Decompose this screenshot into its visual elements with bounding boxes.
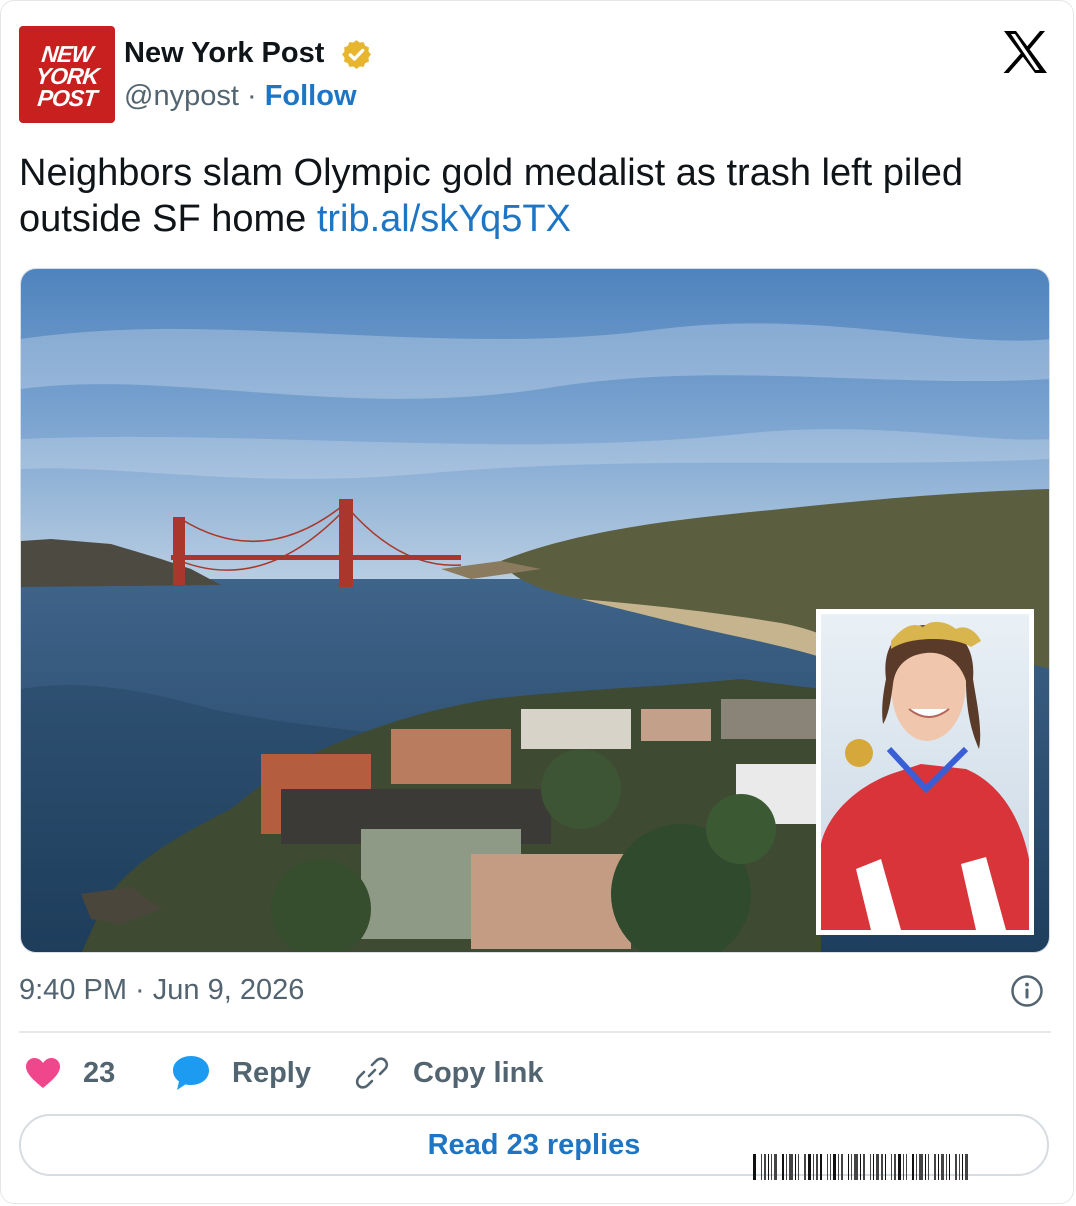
barcode-bar (863, 1154, 865, 1180)
barcode-bar (955, 1154, 957, 1180)
barcode-bar (885, 1154, 886, 1180)
barcode-bar (833, 1154, 836, 1180)
barcode-bar (894, 1154, 896, 1180)
barcode-bar (854, 1154, 858, 1180)
barcode-bar (965, 1154, 968, 1180)
handle-separator: · (246, 80, 257, 112)
account-handle[interactable]: @nypost (124, 80, 239, 112)
barcode-bar (928, 1154, 929, 1180)
barcode-bar (903, 1154, 904, 1180)
barcode-bar (876, 1154, 879, 1180)
tweet-timestamp[interactable]: 9:40 PM · Jun 9, 2026 (19, 974, 304, 1007)
barcode-bar (820, 1154, 822, 1180)
barcode-bar (912, 1154, 914, 1180)
verified-badge-icon (342, 40, 371, 69)
barcode-bar (860, 1154, 861, 1180)
barcode-bar (761, 1154, 762, 1180)
x-logo-icon[interactable] (1002, 30, 1048, 74)
golden-gate-bridge-photo (21, 269, 1049, 952)
barcode-bar (938, 1154, 939, 1180)
barcode-bar (962, 1154, 963, 1180)
barcode-bar (934, 1154, 936, 1180)
barcode-bar (916, 1154, 917, 1180)
barcode-bar (851, 1154, 852, 1180)
copy-link-button[interactable]: Copy link (355, 1053, 544, 1093)
barcode-bar (827, 1154, 828, 1180)
copy-link-label: Copy link (413, 1056, 544, 1089)
barcode-bar (848, 1154, 849, 1180)
account-name[interactable]: New York Post (124, 37, 324, 70)
barcode-bar (830, 1154, 831, 1180)
barcode-bar (753, 1154, 756, 1180)
barcode-bar (949, 1154, 950, 1180)
barcode-bar (816, 1154, 818, 1180)
barcode-bar (804, 1154, 806, 1180)
barcode-bar (789, 1154, 793, 1180)
heart-icon (26, 1058, 60, 1088)
barcode-bar (891, 1154, 892, 1180)
like-button[interactable]: 23 (25, 1053, 115, 1093)
barcode-bar (959, 1154, 960, 1180)
link-icon (355, 1057, 389, 1089)
barcode-bar (813, 1154, 814, 1180)
barcode-bar (795, 1154, 796, 1180)
barcode-bar (838, 1154, 839, 1180)
logo-line-post: POST (36, 85, 98, 111)
barcode-bar (782, 1154, 784, 1180)
barcode-bar (906, 1154, 907, 1180)
info-icon[interactable] (1010, 974, 1044, 1008)
speech-bubble-icon (173, 1056, 209, 1090)
tweet-photo[interactable] (20, 268, 1050, 953)
barcode-bar (941, 1154, 944, 1180)
barcode-bar (798, 1154, 799, 1180)
like-count: 23 (83, 1056, 116, 1089)
barcode-bar (898, 1154, 901, 1180)
watermark-barcode (753, 1154, 968, 1180)
barcode-bar (841, 1154, 843, 1180)
barcode-bar (870, 1154, 871, 1180)
new-york-post-logo[interactable]: NEW YORK POST (19, 26, 115, 123)
barcode-bar (774, 1154, 777, 1180)
barcode-bar (919, 1154, 923, 1180)
barcode-bar (925, 1154, 926, 1180)
barcode-bar (808, 1154, 811, 1180)
handle-row: @nypost · Follow (124, 80, 357, 113)
reply-button[interactable]: Reply (172, 1053, 311, 1093)
barcode-bar (768, 1154, 769, 1180)
follow-button[interactable]: Follow (265, 80, 357, 112)
tweet-link[interactable]: trib.al/skYq5TX (317, 198, 571, 240)
tweet-text-block: Neighbors slam Olympic gold medalist as … (19, 150, 1039, 242)
barcode-bar (764, 1154, 766, 1180)
barcode-bar (946, 1154, 947, 1180)
barcode-bar (881, 1154, 883, 1180)
barcode-bar (873, 1154, 874, 1180)
barcode-bar (786, 1154, 787, 1180)
reply-label: Reply (232, 1056, 311, 1089)
barcode-bar (771, 1154, 772, 1180)
divider (19, 1031, 1051, 1033)
